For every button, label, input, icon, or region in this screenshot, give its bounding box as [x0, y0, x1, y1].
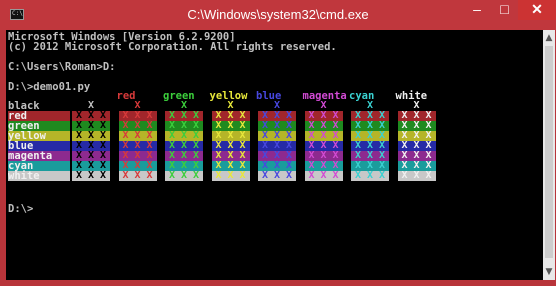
maximize-button[interactable]: □	[491, 0, 518, 20]
column-header-red: red	[116, 90, 136, 102]
console-output[interactable]: Microsoft Windows [Version 6.2.9200] (c)…	[6, 30, 543, 280]
close-button[interactable]: ✕	[518, 0, 556, 20]
color-cell-white-white: X X X	[397, 171, 436, 181]
scroll-up-icon[interactable]: ▲	[543, 32, 555, 44]
column-header-white: white	[395, 90, 428, 102]
console-line: (c) 2012 Microsoft Corporation. All righ…	[8, 41, 337, 53]
color-cell-white-yellow: X X X	[211, 171, 250, 181]
close-icon: ✕	[531, 1, 543, 17]
color-cell-white-red: X X X	[118, 171, 157, 181]
console-line: D:\>demo01.py	[8, 81, 91, 93]
minimize-button[interactable]: –	[463, 0, 491, 20]
scrollbar-thumb[interactable]	[545, 46, 553, 258]
vertical-scrollbar[interactable]: ▲ ▼	[543, 30, 555, 280]
color-cell-white-blue: X X X	[258, 171, 296, 181]
color-cell-white-cyan: X X X	[351, 171, 389, 181]
window-border	[0, 280, 556, 286]
column-header-green: green	[163, 90, 195, 102]
color-cell-white-magenta: X X X	[304, 171, 343, 181]
console-line: C:\Users\Roman>D:	[8, 61, 116, 73]
console-prompt: D:\>	[8, 203, 34, 215]
scroll-down-icon[interactable]: ▼	[543, 266, 555, 278]
color-cell-white-green: X X X	[165, 171, 203, 181]
row-label-white: white	[8, 171, 70, 181]
title-bar[interactable]: C:\ C:\Windows\system32\cmd.exe – □ ✕	[0, 0, 556, 30]
console-window: C:\ C:\Windows\system32\cmd.exe – □ ✕ Mi…	[0, 0, 556, 286]
color-cell-white-black: X X X	[72, 171, 110, 181]
